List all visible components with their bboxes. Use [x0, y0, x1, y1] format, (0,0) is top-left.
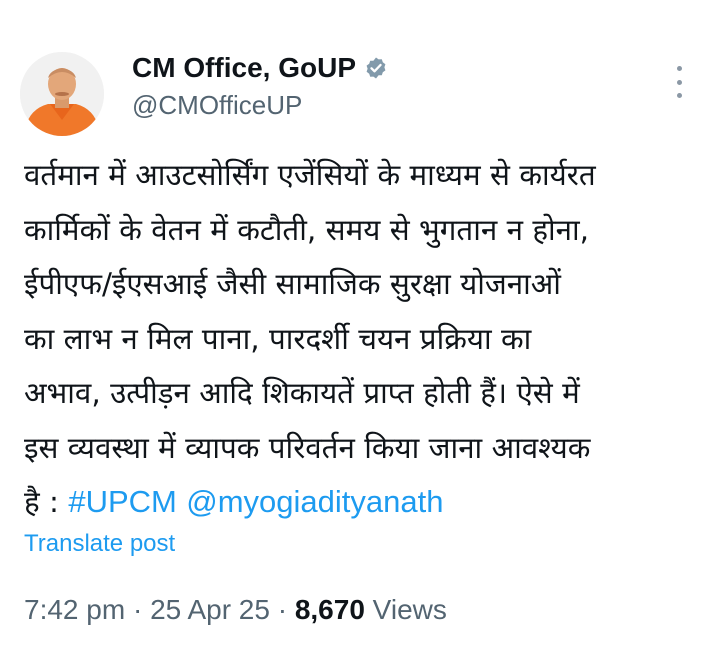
tweet-text: वर्तमान में आउटसोर्सिंग एजेंसियों के माध…: [24, 148, 714, 530]
avatar-image: [20, 52, 104, 136]
author-display-name[interactable]: CM Office, GoUP: [132, 51, 356, 85]
tweet-line-prefix: है :: [24, 485, 69, 519]
hashtag-link[interactable]: #UPCM: [68, 484, 177, 519]
author-name-row: CM Office, GoUP: [132, 51, 388, 85]
more-dot: [676, 66, 682, 71]
author-handle[interactable]: @CMOfficeUP: [132, 89, 302, 121]
tweet-line: ईपीएफ/ईएसआई जैसी सामाजिक सुरक्षा योजनाओं: [24, 267, 561, 301]
meta-separator: ·: [269, 594, 295, 625]
post-meta: 7:42 pm · 25 Apr 25 · 8,670 Views: [24, 592, 447, 628]
tweet-line: अभाव, उत्पीड़न आदि शिकायतें प्राप्त होती…: [24, 376, 580, 410]
avatar[interactable]: [20, 52, 104, 136]
views-label: Views: [364, 594, 447, 625]
translate-post-link[interactable]: Translate post: [24, 529, 175, 559]
more-dot: [676, 79, 682, 85]
more-dot: [676, 93, 682, 98]
more-options-icon[interactable]: [664, 66, 694, 98]
post-time[interactable]: 7:42 pm: [24, 594, 125, 625]
tweet-line: वर्तमान में आउटसोर्सिंग एजेंसियों के माध…: [24, 158, 596, 192]
post-date[interactable]: 25 Apr 25: [150, 594, 270, 625]
views-count[interactable]: 8,670: [295, 594, 365, 625]
verified-badge-icon: [364, 56, 388, 80]
mention-link[interactable]: @myogiadityanath: [186, 484, 443, 519]
meta-separator: ·: [125, 594, 151, 625]
tweet-line: इस व्यवस्था में व्यापक परिवर्तन किया जान…: [24, 430, 591, 465]
tweet-last-line: है : #UPCM @myogiadityanath: [24, 475, 714, 530]
tweet-line: कार्मिकों के वेतन में कटौती, समय से भुगत…: [24, 212, 590, 247]
tweet-line: का लाभ न मिल पाना, पारदर्शी चयन प्रक्रिय…: [24, 321, 532, 356]
